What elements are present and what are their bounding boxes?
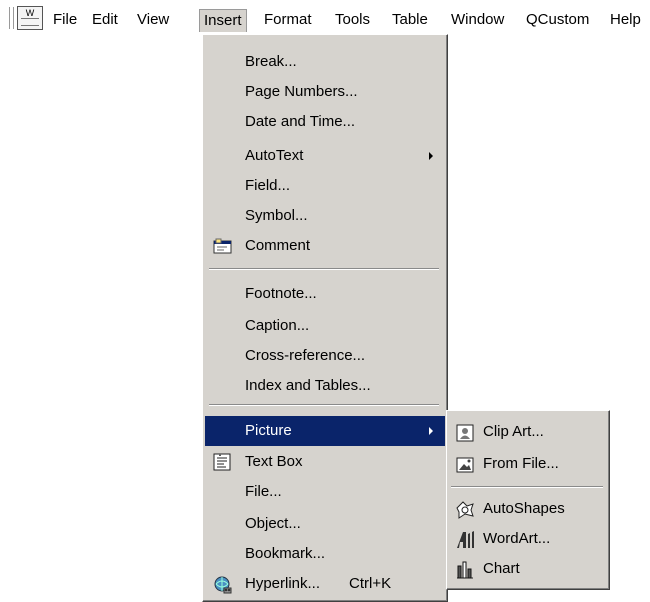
menu-item-file[interactable]: File... [205, 477, 445, 507]
menu-item-label: Break... [245, 53, 297, 70]
toolbar-grip-handle[interactable] [8, 7, 14, 29]
menu-item-label: Picture [245, 422, 292, 439]
menu-qcustom[interactable]: QCustom [526, 9, 589, 31]
menu-item-text-box[interactable]: Text Box [205, 447, 445, 477]
menu-insert[interactable]: Insert [199, 9, 247, 32]
menu-bar: W File Edit View Insert Format Tools Tab… [0, 0, 650, 34]
menu-item-break[interactable]: Break... [205, 47, 445, 77]
menu-separator [209, 268, 439, 270]
menu-item-label: Symbol... [245, 207, 308, 224]
menu-item-label: Page Numbers... [245, 83, 358, 100]
menu-item-label: Date and Time... [245, 113, 356, 130]
submenu-item-label: Chart [483, 560, 520, 577]
menu-item-label: Text Box [245, 453, 303, 470]
submenu-item-from-file[interactable]: From File... [449, 449, 607, 479]
menu-item-caption[interactable]: Caption... [205, 311, 445, 341]
insert-menu-dropdown: Break... Page Numbers... Date and Time..… [202, 34, 448, 602]
menu-item-label: AutoText [245, 147, 304, 164]
shortcut-label: Ctrl+K [349, 575, 392, 592]
submenu-arrow-icon [429, 152, 433, 160]
hyperlink-icon [213, 575, 232, 594]
submenu-item-chart[interactable]: Chart [449, 554, 607, 584]
menu-format[interactable]: Format [264, 9, 312, 31]
submenu-item-autoshapes[interactable]: AutoShapes [449, 494, 607, 524]
menu-view[interactable]: View [137, 9, 169, 31]
menu-item-hyperlink[interactable]: Hyperlink... Ctrl+K [205, 569, 445, 599]
submenu-item-clip-art[interactable]: Clip Art... [449, 417, 607, 447]
picture-submenu: Clip Art... From File... AutoShapes Word… [446, 410, 610, 590]
menu-item-label: Footnote... [245, 285, 317, 302]
menu-item-label: Index and Tables... [245, 377, 371, 394]
menu-item-label: Comment [245, 237, 311, 254]
menu-item-index-and-tables[interactable]: Index and Tables... [205, 371, 445, 401]
submenu-item-wordart[interactable]: WordArt... [449, 524, 607, 554]
menu-item-label: Cross-reference... [245, 347, 366, 364]
submenu-arrow-icon [429, 427, 433, 435]
comment-icon [213, 237, 232, 255]
menu-item-symbol[interactable]: Symbol... [205, 201, 445, 231]
menu-item-label: Hyperlink... [245, 575, 321, 592]
menu-item-label: Field... [245, 177, 291, 194]
clip-art-icon [455, 423, 475, 443]
menu-item-label: Bookmark... [245, 545, 326, 562]
menu-item-footnote[interactable]: Footnote... [205, 279, 445, 309]
menu-item-field[interactable]: Field... [205, 171, 445, 201]
menu-item-page-numbers[interactable]: Page Numbers... [205, 77, 445, 107]
menu-file[interactable]: File [53, 9, 77, 31]
menu-edit[interactable]: Edit [92, 9, 118, 31]
wordart-icon [455, 530, 475, 550]
menu-item-picture[interactable]: Picture [205, 416, 445, 446]
submenu-item-label: From File... [483, 455, 559, 472]
menu-tools[interactable]: Tools [335, 9, 370, 31]
menu-item-cross-reference[interactable]: Cross-reference... [205, 341, 445, 371]
menu-separator [451, 486, 603, 488]
menu-item-label: File... [245, 483, 282, 500]
menu-item-label: Caption... [245, 317, 310, 334]
menu-item-object[interactable]: Object... [205, 509, 445, 539]
submenu-item-label: AutoShapes [483, 500, 565, 517]
menu-item-bookmark[interactable]: Bookmark... [205, 539, 445, 569]
menu-item-date-and-time[interactable]: Date and Time... [205, 107, 445, 137]
document-control-icon[interactable]: W [17, 6, 43, 30]
menu-item-label: Object... [245, 515, 301, 532]
text-box-icon [213, 453, 231, 471]
menu-help[interactable]: Help [610, 9, 641, 31]
menu-table[interactable]: Table [392, 9, 428, 31]
submenu-item-label: Clip Art... [483, 423, 544, 440]
menu-window[interactable]: Window [451, 9, 504, 31]
menu-item-autotext[interactable]: AutoText [205, 141, 445, 171]
menu-separator [209, 404, 439, 406]
autoshapes-icon [455, 500, 475, 520]
menu-item-comment[interactable]: Comment [205, 231, 445, 261]
from-file-icon [455, 455, 475, 475]
submenu-item-label: WordArt... [483, 530, 551, 547]
chart-icon [455, 560, 475, 580]
